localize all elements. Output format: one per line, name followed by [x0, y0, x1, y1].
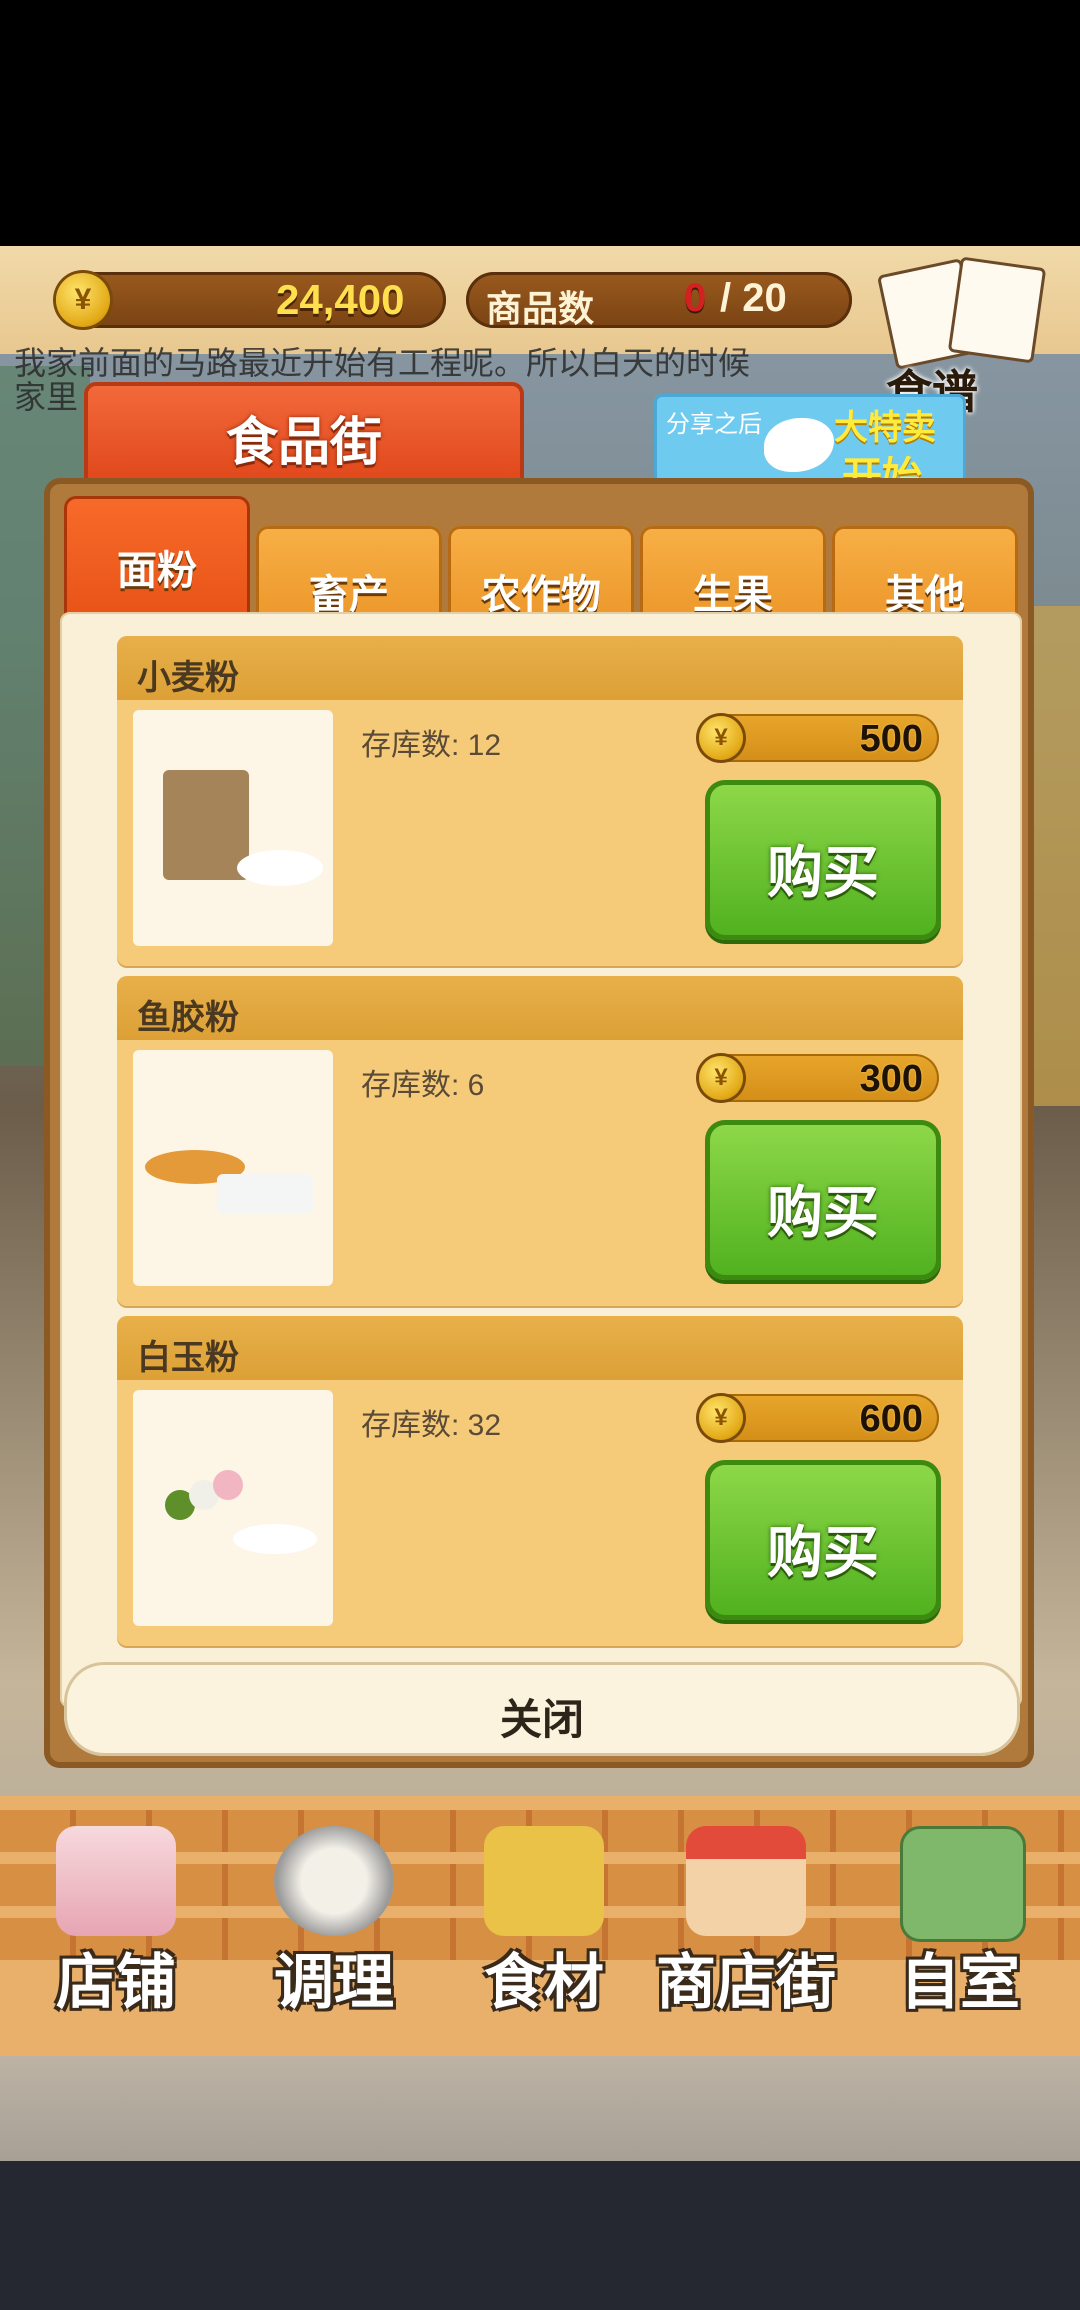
dango-powder-icon — [133, 1390, 333, 1626]
gelatin-powder-icon — [133, 1050, 333, 1286]
bottom-nav: 店铺 调理 食材 商店街 自室 — [0, 1796, 1080, 2056]
shop-title-tab: 食品街 — [84, 382, 524, 482]
yen-coin-icon: ¥ — [56, 273, 110, 327]
twitter-bird-icon — [764, 418, 834, 472]
system-navigation-bar — [0, 2161, 1080, 2310]
recipe-book-page — [947, 256, 1047, 364]
nav-ingredients[interactable]: 食材 — [444, 1806, 644, 2046]
cake-icon — [56, 1826, 176, 1936]
stock-count: 存库数: 32 — [361, 1409, 502, 1442]
recipe-book-button[interactable]: 食谱 — [866, 256, 1047, 418]
staff-only-bag-icon — [900, 1826, 1026, 1942]
nav-label: 调理 — [274, 1949, 394, 2016]
stock-count: 存库数: 12 — [361, 729, 502, 762]
item-name: 小麦粉 — [137, 659, 239, 697]
buy-button[interactable]: 购买 — [705, 780, 941, 940]
game-area: ¥ 24,400 商品数 0 / 20 我家前面的马路最近开始有工程呢。所以白天… — [0, 246, 1080, 2161]
yen-coin-icon: ¥ — [699, 716, 743, 760]
nav-my-room[interactable]: 自室 — [860, 1806, 1060, 2046]
nav-label: 食材 — [484, 1949, 604, 2016]
list-item: 白玉粉 存库数: 32 ¥ 600 购买 — [117, 1316, 963, 1646]
item-header: 鱼胶粉 — [117, 976, 963, 1040]
street-floor — [0, 2056, 1080, 2161]
share-caption: 分享之后 — [666, 411, 762, 438]
buy-label: 购买 — [767, 1181, 879, 1244]
item-name: 白玉粉 — [137, 1339, 239, 1377]
flour-bag-icon — [133, 710, 333, 946]
item-price: 600 — [859, 1398, 923, 1440]
goods-count-label: 商品数 — [486, 288, 595, 329]
buy-label: 购买 — [767, 841, 879, 904]
nav-label: 自室 — [900, 1949, 1020, 2016]
item-name: 鱼胶粉 — [137, 999, 239, 1037]
share-sale-title: 大特卖 — [834, 409, 936, 447]
money-amount: 24,400 — [276, 276, 405, 323]
list-item: 鱼胶粉 存库数: 6 ¥ 300 购买 — [117, 976, 963, 1306]
tab-label: 面粉 — [117, 549, 197, 593]
goods-count-value: 0 — [684, 276, 707, 320]
price-tag: ¥ 600 — [697, 1394, 939, 1442]
buy-button[interactable]: 购买 — [705, 1120, 941, 1280]
nav-shopping-street[interactable]: 商店街 — [646, 1806, 846, 2046]
close-label: 关闭 — [499, 1696, 584, 1743]
buy-button[interactable]: 购买 — [705, 1460, 941, 1620]
item-header: 小麦粉 — [117, 636, 963, 700]
nav-cooking[interactable]: 调理 — [234, 1806, 434, 2046]
nav-label: 商店街 — [656, 1949, 836, 2016]
storefront-icon — [686, 1826, 806, 1936]
buy-label: 购买 — [767, 1521, 879, 1584]
nav-label: 店铺 — [56, 1949, 176, 2016]
yen-coin-icon: ¥ — [699, 1396, 743, 1440]
list-item: 小麦粉 存库数: 12 ¥ 500 购买 — [117, 636, 963, 966]
goods-count-max: / 20 — [720, 276, 787, 320]
ingredient-bag-icon — [484, 1826, 604, 1936]
shop-title: 食品街 — [225, 414, 382, 472]
price-tag: ¥ 300 — [697, 1054, 939, 1102]
item-price: 300 — [859, 1058, 923, 1100]
stock-count: 存库数: 6 — [361, 1069, 485, 1102]
item-price: 500 — [859, 718, 923, 760]
mixing-bowl-icon — [274, 1826, 394, 1936]
close-button[interactable]: 关闭 — [64, 1662, 1020, 1756]
nav-shop[interactable]: 店铺 — [16, 1806, 216, 2046]
yen-coin-icon: ¥ — [699, 1056, 743, 1100]
item-header: 白玉粉 — [117, 1316, 963, 1380]
price-tag: ¥ 500 — [697, 714, 939, 762]
